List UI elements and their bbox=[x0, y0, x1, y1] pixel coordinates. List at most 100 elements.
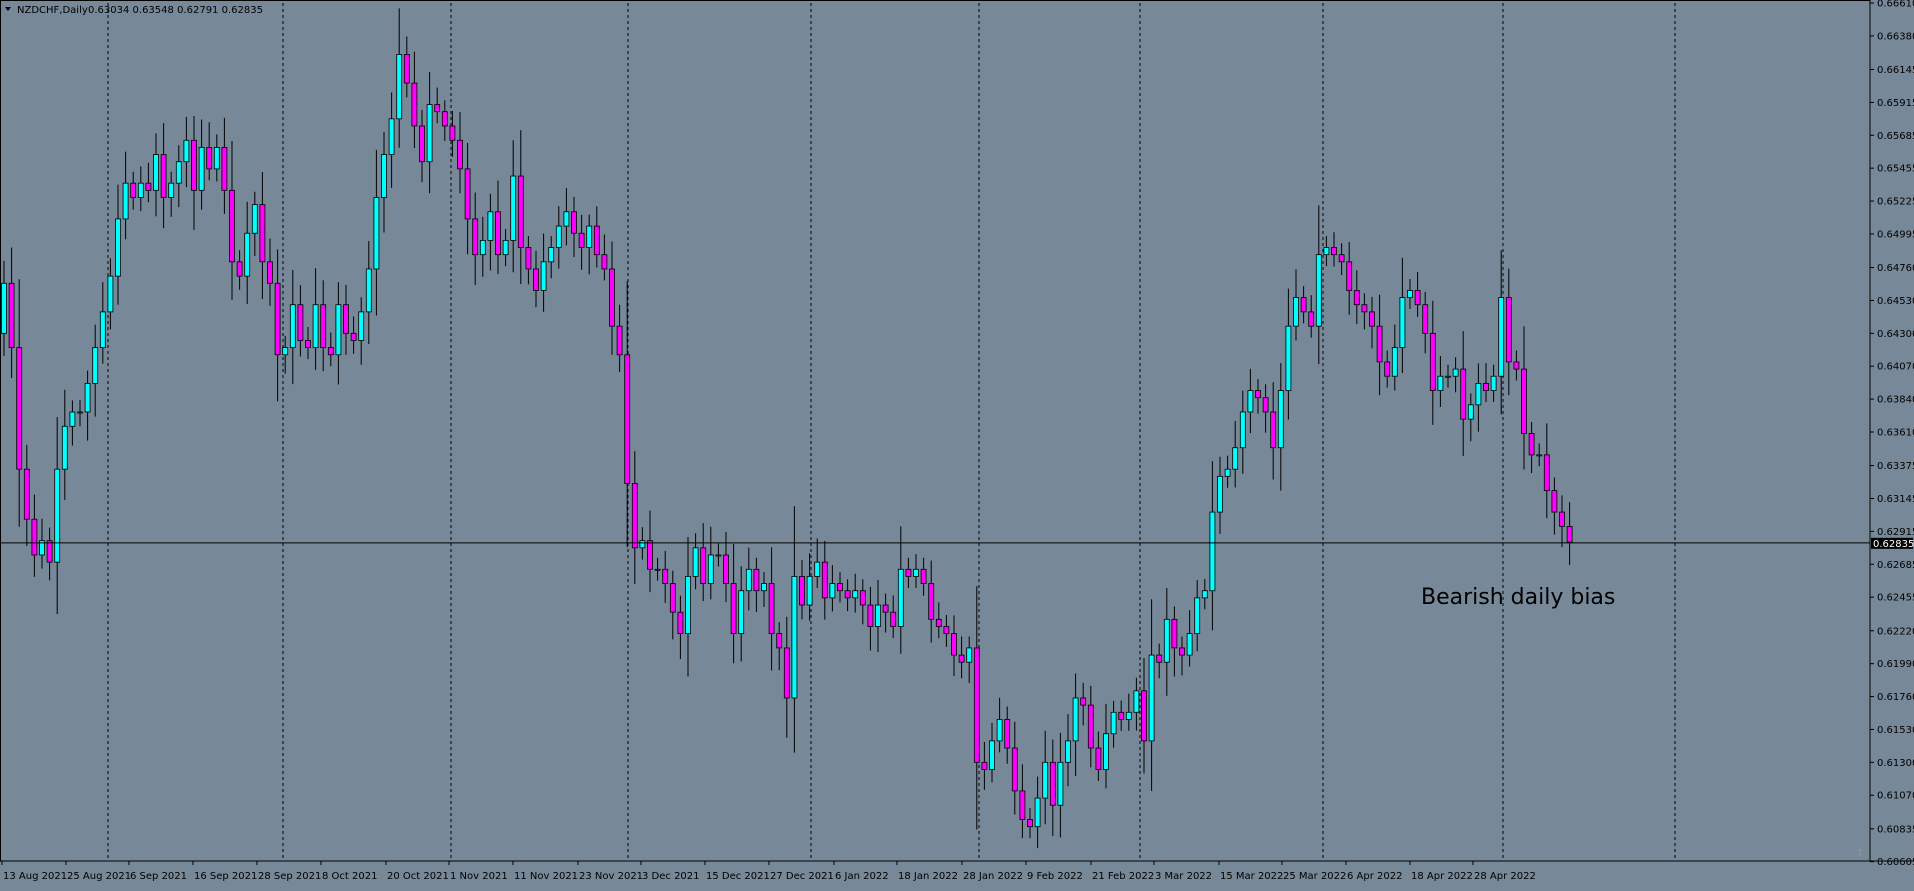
price-tick-label: 0.61760 bbox=[1877, 692, 1914, 703]
price-tick-label: 0.66380 bbox=[1877, 31, 1914, 42]
bear-candle bbox=[1505, 297, 1512, 363]
bull-candle bbox=[1133, 690, 1140, 713]
bear-candle bbox=[928, 583, 935, 620]
bull-candle bbox=[829, 583, 836, 599]
bear-candle bbox=[1300, 297, 1307, 313]
bull-candle bbox=[852, 590, 859, 599]
price-tick-label: 0.61300 bbox=[1877, 758, 1914, 769]
bear-candle bbox=[1361, 304, 1368, 313]
bear-candle bbox=[669, 583, 676, 613]
current-price-label: 0.62835 bbox=[1873, 539, 1914, 550]
bear-candle bbox=[1011, 747, 1018, 792]
bull-candle bbox=[1315, 254, 1322, 327]
bear-candle bbox=[46, 540, 53, 563]
bear-candle bbox=[1543, 454, 1550, 492]
price-chart[interactable]: 0.66610 0.66380 0.66145 0.65915 0.65685 0.654… bbox=[0, 0, 1914, 887]
date-tick-label: 18 Jan 2022 bbox=[898, 871, 958, 882]
bear-candle bbox=[343, 304, 349, 334]
price-tick-label: 0.64760 bbox=[1877, 263, 1914, 274]
bear-candle bbox=[920, 568, 927, 584]
price-tick-label: 0.62220 bbox=[1877, 626, 1914, 637]
chart-window[interactable]: 0.66610 0.66380 0.66145 0.65915 0.65685 0.654… bbox=[0, 0, 1914, 887]
bear-candle bbox=[8, 282, 15, 349]
bear-candle bbox=[935, 618, 942, 627]
bear-candle bbox=[943, 626, 950, 635]
bull-candle bbox=[814, 561, 821, 577]
date-tick-label: 28 Sep 2021 bbox=[258, 871, 321, 882]
bull-candle bbox=[1536, 454, 1543, 457]
price-tick-label: 0.63375 bbox=[1877, 461, 1914, 472]
bear-candle bbox=[859, 590, 866, 606]
bear-candle bbox=[631, 483, 638, 549]
bear-candle bbox=[1528, 433, 1535, 456]
price-tick-label: 0.63840 bbox=[1877, 395, 1914, 406]
bull-candle bbox=[335, 304, 342, 356]
bull-candle bbox=[1065, 740, 1071, 763]
bear-candle bbox=[145, 182, 152, 191]
bear-candle bbox=[449, 125, 456, 141]
chart-background bbox=[0, 0, 1914, 887]
date-tick-label: 18 Apr 2022 bbox=[1411, 871, 1473, 882]
bear-candle bbox=[297, 304, 304, 341]
bull-candle bbox=[806, 576, 813, 606]
bear-candle bbox=[867, 604, 874, 627]
bull-candle bbox=[1217, 475, 1223, 513]
bear-candle bbox=[609, 268, 615, 327]
bull-candle bbox=[1490, 375, 1497, 391]
bear-candle bbox=[1095, 747, 1102, 770]
symbol-label: NZDCHF,Daily bbox=[17, 5, 88, 16]
price-tick-label: 0.63145 bbox=[1877, 494, 1914, 505]
bear-candle bbox=[411, 82, 418, 127]
bear-candle bbox=[1566, 525, 1573, 543]
bull-candle bbox=[1407, 290, 1413, 298]
date-tick-label: 28 Jan 2022 bbox=[963, 871, 1023, 882]
bull-candle bbox=[153, 154, 159, 191]
date-tick-label: 3 Mar 2022 bbox=[1155, 871, 1212, 882]
bear-candle bbox=[1338, 254, 1345, 263]
bull-candle bbox=[586, 225, 593, 248]
bull-candle bbox=[738, 590, 745, 635]
bull-candle bbox=[69, 411, 76, 427]
bull-candle bbox=[875, 604, 881, 627]
bull-candle bbox=[1277, 390, 1284, 449]
bull-candle bbox=[555, 225, 562, 248]
bull-candle bbox=[745, 568, 752, 592]
date-tick-label: 23 Nov 2021 bbox=[579, 871, 643, 882]
bear-candle bbox=[1087, 704, 1094, 749]
bear-candle bbox=[844, 590, 851, 599]
bull-candle bbox=[251, 204, 258, 234]
bear-candle bbox=[958, 654, 965, 663]
bear-candle bbox=[1141, 690, 1147, 742]
bull-candle bbox=[175, 161, 182, 184]
bear-candle bbox=[981, 761, 988, 770]
bull-candle bbox=[61, 425, 68, 470]
date-tick-label: 28 Apr 2022 bbox=[1474, 871, 1536, 882]
bull-candle bbox=[1437, 375, 1444, 391]
bull-candle bbox=[244, 232, 251, 277]
bull-candle bbox=[213, 147, 220, 170]
bull-candle bbox=[107, 275, 114, 313]
bull-candle bbox=[365, 268, 372, 313]
price-tick-label: 0.66610 bbox=[1877, 0, 1914, 10]
bull-candle bbox=[1125, 711, 1132, 720]
bear-candle bbox=[457, 139, 463, 170]
bull-candle bbox=[115, 218, 121, 277]
bear-candle bbox=[274, 282, 281, 356]
bear-candle bbox=[593, 225, 600, 256]
bull-candle bbox=[1247, 390, 1254, 413]
bull-candle bbox=[996, 719, 1003, 742]
bear-candle bbox=[677, 611, 684, 635]
bull-candle bbox=[282, 347, 289, 356]
bull-candle bbox=[989, 740, 995, 770]
price-tick-label: 0.64995 bbox=[1877, 229, 1914, 240]
bear-candle bbox=[776, 633, 783, 649]
bull-candle bbox=[381, 154, 387, 198]
chart-annotation[interactable]: Bearish daily bias bbox=[1421, 585, 1615, 610]
bear-candle bbox=[624, 354, 631, 484]
bull-candle bbox=[715, 554, 722, 557]
price-tick-label: 0.60605 bbox=[1877, 857, 1914, 868]
bear-candle bbox=[951, 633, 957, 656]
bull-candle bbox=[1072, 697, 1079, 742]
bear-candle bbox=[730, 583, 737, 635]
bear-candle bbox=[1270, 411, 1277, 449]
